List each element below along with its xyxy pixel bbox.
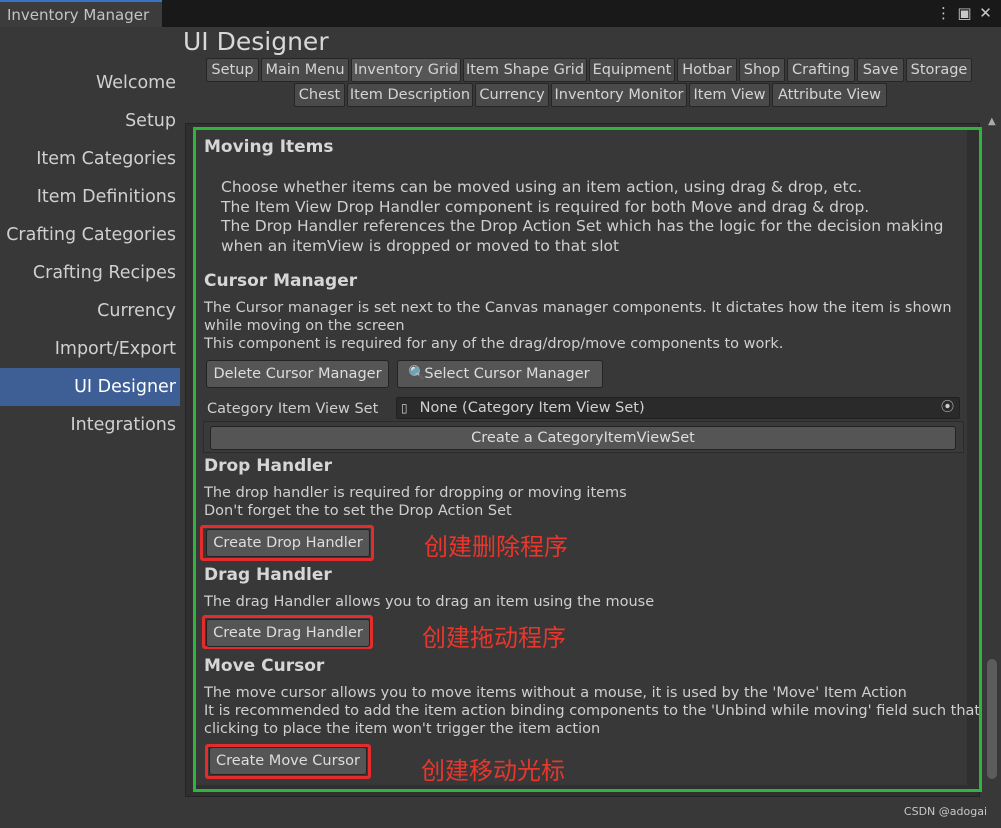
sidebar-item-setup[interactable]: Setup <box>0 102 180 140</box>
tab-hotbar[interactable]: Hotbar <box>677 58 737 82</box>
window-titlebar: Inventory Manager ⋮ ▣ ✕ <box>0 0 1001 28</box>
tab-attribute-view[interactable]: Attribute View <box>772 83 887 107</box>
sidebar-item-item-definitions[interactable]: Item Definitions <box>0 178 180 216</box>
sidebar-item-integrations[interactable]: Integrations <box>0 406 180 444</box>
tab-equipment[interactable]: Equipment <box>589 58 675 82</box>
tab-crafting[interactable]: Crafting <box>787 58 855 82</box>
tab-shop[interactable]: Shop <box>739 58 785 82</box>
page-title: UI Designer <box>183 27 329 56</box>
sidebar-item-import-export[interactable]: Import/Export <box>0 330 180 368</box>
section-highlight-frame <box>193 127 982 792</box>
more-vertical-icon[interactable]: ⋮ <box>936 4 951 22</box>
tab-inventory-monitor[interactable]: Inventory Monitor <box>551 83 687 107</box>
watermark: CSDN @adogai <box>903 805 987 818</box>
sidebar-item-ui-designer[interactable]: UI Designer <box>0 368 180 406</box>
maximize-icon[interactable]: ▣ <box>957 4 972 22</box>
tab-main-menu[interactable]: Main Menu <box>261 58 349 82</box>
window-tab[interactable]: Inventory Manager <box>0 0 162 28</box>
sidebar: Welcome Setup Item Categories Item Defin… <box>0 27 180 828</box>
tab-currency[interactable]: Currency <box>475 83 549 107</box>
tab-setup[interactable]: Setup <box>206 58 259 82</box>
window-tab-title: Inventory Manager <box>7 6 150 24</box>
tab-inventory-grid[interactable]: Inventory Grid <box>351 58 461 82</box>
sidebar-item-crafting-categories[interactable]: Crafting Categories <box>0 216 180 254</box>
tab-chest[interactable]: Chest <box>294 83 345 107</box>
sidebar-item-currency[interactable]: Currency <box>0 292 180 330</box>
tab-storage[interactable]: Storage <box>906 58 972 82</box>
scrollbar-thumb[interactable] <box>987 659 997 779</box>
sidebar-item-welcome[interactable]: Welcome <box>0 64 180 102</box>
close-icon[interactable]: ✕ <box>978 4 993 22</box>
tab-save[interactable]: Save <box>857 58 904 82</box>
tab-item-description[interactable]: Item Description <box>347 83 473 107</box>
tab-item-view[interactable]: Item View <box>689 83 770 107</box>
sidebar-item-crafting-recipes[interactable]: Crafting Recipes <box>0 254 180 292</box>
sidebar-item-item-categories[interactable]: Item Categories <box>0 140 180 178</box>
tab-item-shape-grid[interactable]: Item Shape Grid <box>463 58 587 82</box>
scroll-up-arrow-icon[interactable]: ▲ <box>988 116 996 127</box>
